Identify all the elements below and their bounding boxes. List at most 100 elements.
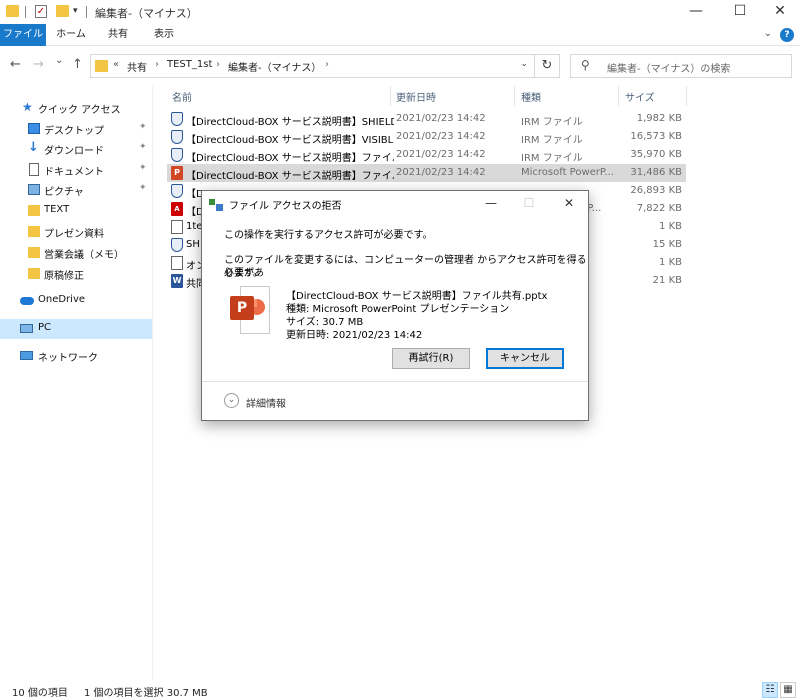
dialog-minimize-button[interactable]: — bbox=[472, 193, 510, 215]
document-icon bbox=[29, 163, 39, 176]
powerpoint-icon: P bbox=[230, 286, 270, 334]
sidebar-item-downloads[interactable]: ↓ ダウンロード ✦ bbox=[0, 139, 152, 159]
sidebar-item-documents[interactable]: ドキュメント ✦ bbox=[0, 160, 152, 180]
shield-icon bbox=[171, 184, 183, 198]
file-modified: 2021/02/23 14:42 bbox=[396, 149, 486, 160]
file-modified: 2021/02/23 14:42 bbox=[396, 131, 486, 142]
file-row[interactable]: 【DirectCloud-BOX サービス説明書】SHIELD.... 2021… bbox=[167, 110, 686, 128]
file-size: 21 KB bbox=[652, 275, 682, 286]
file-row-selected[interactable]: P 【DirectCloud-BOX サービス説明書】ファイル... 2021/… bbox=[167, 164, 686, 182]
file-name: 【DirectCloud-BOX サービス説明書】ファイル... bbox=[186, 153, 394, 164]
details-toggle[interactable]: 詳細情報 bbox=[246, 395, 286, 410]
back-icon[interactable]: ← bbox=[10, 57, 21, 72]
file-type: Microsoft PowerP... bbox=[521, 167, 614, 178]
column-header-name[interactable]: 名前 bbox=[172, 86, 192, 108]
dialog-title: ファイル アクセスの拒否 bbox=[229, 201, 342, 212]
chevron-right-icon[interactable]: › bbox=[155, 59, 159, 70]
expand-ribbon-icon[interactable]: ⌄ bbox=[764, 28, 772, 39]
qat-dropdown-icon[interactable]: ▾ bbox=[73, 6, 78, 16]
file-size: 31,486 KB bbox=[630, 167, 682, 178]
tab-share[interactable]: 共有 bbox=[98, 24, 138, 46]
folder-icon bbox=[28, 247, 40, 258]
forward-icon[interactable]: → bbox=[33, 57, 44, 72]
dialog-message: ります。 bbox=[224, 268, 263, 279]
network-icon bbox=[20, 351, 33, 360]
pin-icon: ✦ bbox=[139, 122, 147, 132]
up-icon[interactable]: ↑ bbox=[72, 57, 83, 72]
large-icons-view-icon[interactable]: ▦ bbox=[780, 682, 796, 698]
sidebar-item-manuscript[interactable]: 原稿修正 bbox=[0, 264, 152, 284]
column-header-type[interactable]: 種類 bbox=[521, 86, 541, 108]
sidebar-item-sales-meeting[interactable]: 営業会議（メモ） bbox=[0, 243, 152, 263]
file-size: 16,573 KB bbox=[630, 131, 682, 142]
download-icon: ↓ bbox=[28, 140, 39, 155]
chevron-down-icon[interactable]: ⌄ bbox=[224, 393, 239, 408]
breadcrumb-overflow[interactable]: « bbox=[113, 59, 119, 70]
sidebar-item-presentations[interactable]: プレゼン資料 bbox=[0, 222, 152, 242]
pane-divider[interactable] bbox=[152, 86, 153, 680]
dialog-message: このファイルを変更するには、コンピューターの管理者 からアクセス許可を得る必要が… bbox=[224, 255, 587, 279]
access-denied-dialog: ファイル アクセスの拒否 — ☐ ✕ この操作を実行するアクセス許可が必要です。… bbox=[201, 190, 589, 421]
search-input[interactable]: ⚲ 編集者-（マイナス）の検索 bbox=[570, 54, 792, 78]
tab-home[interactable]: ホーム bbox=[50, 24, 92, 46]
column-separator[interactable] bbox=[390, 86, 391, 106]
tab-view[interactable]: 表示 bbox=[144, 24, 184, 46]
sidebar-item-onedrive[interactable]: OneDrive bbox=[0, 291, 152, 311]
sidebar-item-quick-access[interactable]: ★ クイック アクセス bbox=[0, 98, 152, 118]
dialog-close-button[interactable]: ✕ bbox=[550, 193, 588, 215]
sidebar-item-pc[interactable]: PC bbox=[0, 319, 152, 339]
sidebar-item-label: ネットワーク bbox=[38, 353, 98, 364]
sidebar-item-label: 原稿修正 bbox=[44, 271, 84, 282]
cancel-button[interactable]: キャンセル bbox=[486, 348, 564, 369]
file-size: 1,982 KB bbox=[636, 113, 682, 124]
sidebar-item-label: デスクトップ bbox=[44, 126, 104, 137]
dialog-message: この操作を実行するアクセス許可が必要です。 bbox=[224, 230, 433, 241]
folder-icon bbox=[28, 226, 40, 237]
sidebar-item-desktop[interactable]: デスクトップ ✦ bbox=[0, 119, 152, 139]
sidebar-item-label: プレゼン資料 bbox=[44, 229, 104, 240]
column-separator[interactable] bbox=[686, 86, 687, 106]
file-type: IRM ファイル bbox=[521, 117, 583, 128]
file-name: 【DirectCloud-BOX サービス説明書】SHIELD.... bbox=[186, 117, 394, 128]
file-row[interactable]: 【DirectCloud-BOX サービス説明書】VISIBLE.... 202… bbox=[167, 128, 686, 146]
cloud-icon bbox=[20, 297, 34, 305]
file-row[interactable]: 【DirectCloud-BOX サービス説明書】ファイル... 2021/02… bbox=[167, 146, 686, 164]
column-separator[interactable] bbox=[618, 86, 619, 106]
column-separator[interactable] bbox=[514, 86, 515, 106]
shield-icon bbox=[171, 112, 183, 126]
sidebar-item-label: ピクチャ bbox=[44, 187, 84, 198]
folder-icon bbox=[95, 60, 108, 72]
file-modified: 2021/02/23 14:42 bbox=[396, 113, 486, 124]
sidebar-item-label: OneDrive bbox=[38, 294, 86, 305]
help-icon[interactable]: ? bbox=[780, 28, 794, 42]
recent-locations-icon[interactable]: ⌄ bbox=[55, 55, 63, 66]
pin-icon: ✦ bbox=[139, 163, 147, 173]
new-folder-icon[interactable] bbox=[56, 5, 69, 17]
close-button[interactable]: ✕ bbox=[760, 0, 800, 24]
breadcrumb-item[interactable]: TEST_1st bbox=[167, 59, 212, 70]
folder-icon bbox=[6, 5, 19, 17]
properties-icon[interactable]: ✓ bbox=[35, 5, 47, 18]
refresh-button[interactable]: ↻ bbox=[535, 54, 560, 78]
address-dropdown-icon[interactable]: ⌄ bbox=[520, 59, 528, 69]
dialog-maximize-button: ☐ bbox=[523, 196, 535, 210]
breadcrumb-item[interactable]: 共有 bbox=[127, 59, 147, 74]
sidebar-item-pictures[interactable]: ピクチャ ✦ bbox=[0, 180, 152, 200]
retry-button[interactable]: 再試行(R) bbox=[392, 348, 470, 369]
maximize-button[interactable]: ☐ bbox=[720, 0, 760, 24]
ribbon: ファイル ホーム 共有 表示 ⌄ ? bbox=[0, 24, 800, 46]
chevron-right-icon[interactable]: › bbox=[325, 59, 329, 70]
address-bar[interactable]: « 共有 › TEST_1st › 編集者-（マイナス） › ⌄ bbox=[90, 54, 535, 78]
minimize-button[interactable]: — bbox=[676, 0, 716, 24]
chevron-right-icon[interactable]: › bbox=[216, 59, 220, 70]
tab-file[interactable]: ファイル bbox=[0, 24, 46, 46]
details-view-icon[interactable]: ☷ bbox=[762, 682, 778, 698]
sidebar-item-text[interactable]: TEXT bbox=[0, 201, 152, 221]
breadcrumb-item[interactable]: 編集者-（マイナス） bbox=[228, 59, 321, 74]
column-header-size[interactable]: サイズ bbox=[625, 86, 655, 108]
powerpoint-icon: P bbox=[171, 166, 183, 180]
file-name: 【DirectCloud-BOX サービス説明書】VISIBLE.... bbox=[186, 135, 394, 146]
dialog-divider bbox=[202, 381, 588, 382]
sidebar-item-network[interactable]: ネットワーク bbox=[0, 346, 152, 366]
column-header-modified[interactable]: 更新日時 bbox=[396, 86, 436, 108]
